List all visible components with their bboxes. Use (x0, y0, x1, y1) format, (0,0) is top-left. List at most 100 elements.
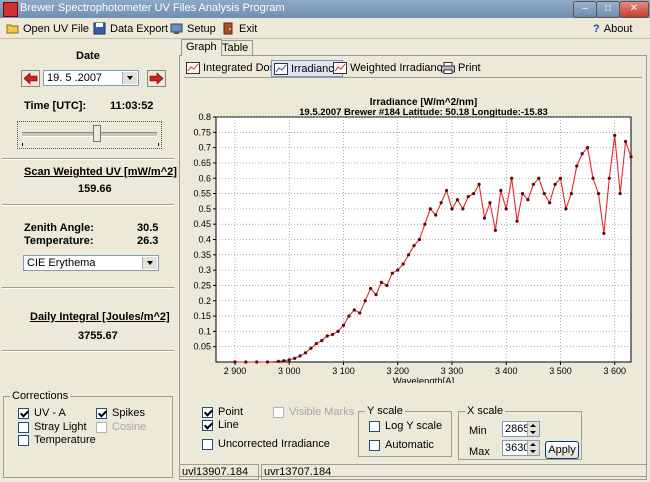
line-checkbox[interactable]: Line (202, 419, 239, 431)
y-tick-label: 0.2 (198, 296, 211, 306)
data-point (320, 338, 324, 343)
print-button[interactable]: Print (441, 60, 481, 75)
date-dropdown-button[interactable] (122, 72, 137, 84)
weighted-irradiance-label: Weighted Irradiance (350, 61, 449, 74)
data-point (569, 191, 573, 196)
checkbox-disabled-icon (96, 421, 107, 433)
y-tick-label: 0.15 (193, 311, 211, 321)
point-checkbox[interactable]: Point (202, 406, 243, 418)
visible-marks-checkbox[interactable]: Visible Marks (273, 406, 354, 418)
subtab-integrated-dose[interactable]: Integrated Dose (186, 60, 281, 75)
data-point (482, 216, 487, 220)
weighting-function-select[interactable]: CIE Erythema (23, 255, 159, 271)
previous-date-button[interactable] (21, 70, 40, 87)
exit-menu[interactable]: Exit (222, 21, 257, 36)
chevron-down-icon (127, 76, 133, 80)
next-date-button[interactable] (147, 70, 166, 87)
slider-thumb[interactable] (93, 125, 101, 142)
data-point (369, 286, 373, 291)
spin-arrows-icon[interactable] (527, 441, 539, 455)
data-point (341, 323, 346, 327)
minimize-icon: – (582, 3, 588, 14)
data-point (412, 244, 416, 248)
x-scale-title: X scale (465, 405, 506, 417)
checkbox-unchecked-icon (369, 420, 380, 432)
x-tick-label: 3 400 (495, 366, 518, 376)
y-tick-label: 0.8 (198, 112, 211, 122)
data-point (542, 191, 546, 196)
print-label: Print (458, 61, 481, 74)
time-value: 11:03:52 (110, 100, 154, 112)
stray-light-label: Stray Light (34, 421, 87, 433)
data-point (396, 268, 400, 272)
data-point (466, 195, 470, 199)
spikes-label: Spikes (112, 407, 146, 419)
exit-label: Exit (239, 22, 258, 35)
minimize-button[interactable]: – (573, 1, 597, 18)
cosine-checkbox[interactable]: Cosine (96, 421, 146, 433)
date-picker[interactable]: 19. 5 .2007 (43, 70, 139, 86)
y-tick-label: 0.55 (193, 189, 211, 199)
checkbox-disabled-icon (273, 406, 284, 418)
menu-bar: Open UV File Data Export Setup Exit ? Ab… (0, 18, 650, 39)
automatic-checkbox[interactable]: Automatic (369, 439, 434, 451)
data-export-menu[interactable]: Data Export (93, 21, 168, 36)
checkbox-unchecked-icon (18, 421, 29, 433)
close-button[interactable]: ✕ (619, 1, 649, 18)
data-point (385, 283, 389, 288)
x-min-input[interactable]: 2865 (502, 421, 540, 437)
title-bar: Brewer Spectrophotometer UV Files Analys… (0, 0, 650, 18)
time-slider[interactable] (17, 121, 162, 149)
weighting-dropdown-button[interactable] (142, 257, 157, 269)
x-tick-label: 3 100 (332, 366, 355, 376)
data-point (510, 176, 514, 180)
data-point (586, 146, 590, 150)
zenith-angle-label: Zenith Angle: (24, 222, 94, 234)
data-point (613, 133, 617, 137)
x-tick-label: 3 600 (603, 366, 626, 376)
data-point (602, 231, 606, 235)
data-point (488, 201, 492, 205)
data-point (504, 207, 508, 211)
data-point (358, 311, 362, 315)
apply-button[interactable]: Apply (545, 441, 579, 459)
data-point (265, 360, 270, 364)
data-point (618, 191, 622, 196)
about-menu[interactable]: ? About (593, 21, 632, 36)
tab-graph[interactable]: Graph (181, 39, 222, 56)
tab-table[interactable]: Table (217, 40, 254, 56)
date-value: 19. 5 .2007 (47, 72, 103, 84)
chart-icon (186, 61, 200, 74)
spin-arrows-icon[interactable] (527, 422, 539, 436)
uva-checkbox[interactable]: UV - A (18, 407, 66, 419)
stray-light-checkbox[interactable]: Stray Light (18, 421, 87, 433)
spikes-checkbox[interactable]: Spikes (96, 407, 145, 419)
chart-icon (274, 62, 288, 75)
maximize-icon: □ (604, 3, 612, 14)
data-point (548, 201, 552, 205)
data-point (276, 359, 280, 363)
y-tick-label: 0.3 (198, 265, 211, 275)
x-min-value: 2865 (505, 423, 530, 435)
checkbox-unchecked-icon (369, 439, 380, 451)
data-point (314, 342, 318, 346)
log-y-scale-checkbox[interactable]: Log Y scale (369, 420, 442, 432)
y-tick-label: 0.4 (198, 235, 211, 245)
uva-label: UV - A (34, 407, 66, 419)
data-point (325, 334, 329, 338)
chart-icon (333, 61, 347, 74)
open-uv-file-menu[interactable]: Open UV File (6, 21, 89, 36)
uncorrected-irradiance-checkbox[interactable]: Uncorrected Irradiance (202, 438, 330, 450)
data-point (629, 155, 633, 159)
setup-tools-icon (170, 23, 183, 34)
subtab-weighted-irradiance[interactable]: Weighted Irradiance (333, 60, 448, 75)
data-point (558, 176, 563, 180)
temperature-checkbox[interactable]: Temperature (18, 434, 96, 446)
maximize-button[interactable]: □ (596, 1, 620, 18)
setup-label: Setup (187, 22, 216, 35)
data-point (444, 188, 449, 193)
window-title: Brewer Spectrophotometer UV Files Analys… (20, 2, 285, 14)
setup-menu[interactable]: Setup (170, 21, 216, 36)
cosine-label: Cosine (112, 421, 147, 433)
x-max-input[interactable]: 3630 (502, 440, 540, 456)
